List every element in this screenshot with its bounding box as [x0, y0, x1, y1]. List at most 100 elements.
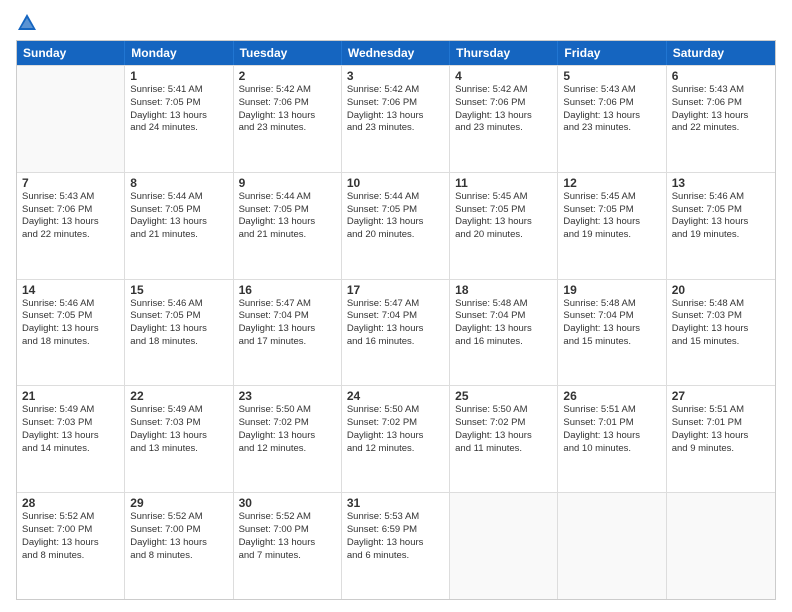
day-number: 9 — [239, 176, 336, 190]
header-cell-wednesday: Wednesday — [342, 41, 450, 65]
day-info: Sunrise: 5:47 AMSunset: 7:04 PMDaylight:… — [239, 298, 336, 349]
day-info: Sunrise: 5:46 AMSunset: 7:05 PMDaylight:… — [22, 298, 119, 349]
calendar-cell: 22Sunrise: 5:49 AMSunset: 7:03 PMDayligh… — [125, 386, 233, 492]
calendar-cell: 28Sunrise: 5:52 AMSunset: 7:00 PMDayligh… — [17, 493, 125, 599]
calendar-cell — [17, 66, 125, 172]
day-info: Sunrise: 5:44 AMSunset: 7:05 PMDaylight:… — [239, 191, 336, 242]
header — [16, 12, 776, 34]
calendar-cell: 27Sunrise: 5:51 AMSunset: 7:01 PMDayligh… — [667, 386, 775, 492]
day-number: 19 — [563, 283, 660, 297]
day-info: Sunrise: 5:48 AMSunset: 7:04 PMDaylight:… — [455, 298, 552, 349]
day-info: Sunrise: 5:48 AMSunset: 7:03 PMDaylight:… — [672, 298, 770, 349]
day-info: Sunrise: 5:48 AMSunset: 7:04 PMDaylight:… — [563, 298, 660, 349]
calendar-cell: 11Sunrise: 5:45 AMSunset: 7:05 PMDayligh… — [450, 173, 558, 279]
day-info: Sunrise: 5:43 AMSunset: 7:06 PMDaylight:… — [672, 84, 770, 135]
logo — [16, 12, 42, 34]
day-number: 28 — [22, 496, 119, 510]
calendar-row: 1Sunrise: 5:41 AMSunset: 7:05 PMDaylight… — [17, 65, 775, 172]
day-info: Sunrise: 5:49 AMSunset: 7:03 PMDaylight:… — [130, 404, 227, 455]
calendar-body: 1Sunrise: 5:41 AMSunset: 7:05 PMDaylight… — [17, 65, 775, 599]
day-number: 12 — [563, 176, 660, 190]
calendar-cell: 2Sunrise: 5:42 AMSunset: 7:06 PMDaylight… — [234, 66, 342, 172]
day-number: 25 — [455, 389, 552, 403]
day-info: Sunrise: 5:41 AMSunset: 7:05 PMDaylight:… — [130, 84, 227, 135]
day-info: Sunrise: 5:42 AMSunset: 7:06 PMDaylight:… — [455, 84, 552, 135]
day-number: 15 — [130, 283, 227, 297]
calendar-cell: 26Sunrise: 5:51 AMSunset: 7:01 PMDayligh… — [558, 386, 666, 492]
calendar-cell: 8Sunrise: 5:44 AMSunset: 7:05 PMDaylight… — [125, 173, 233, 279]
calendar-cell: 16Sunrise: 5:47 AMSunset: 7:04 PMDayligh… — [234, 280, 342, 386]
day-number: 10 — [347, 176, 444, 190]
calendar-cell: 30Sunrise: 5:52 AMSunset: 7:00 PMDayligh… — [234, 493, 342, 599]
calendar-cell: 12Sunrise: 5:45 AMSunset: 7:05 PMDayligh… — [558, 173, 666, 279]
calendar-cell: 4Sunrise: 5:42 AMSunset: 7:06 PMDaylight… — [450, 66, 558, 172]
day-number: 23 — [239, 389, 336, 403]
day-number: 26 — [563, 389, 660, 403]
day-number: 6 — [672, 69, 770, 83]
calendar-cell: 15Sunrise: 5:46 AMSunset: 7:05 PMDayligh… — [125, 280, 233, 386]
calendar-cell: 1Sunrise: 5:41 AMSunset: 7:05 PMDaylight… — [125, 66, 233, 172]
day-info: Sunrise: 5:47 AMSunset: 7:04 PMDaylight:… — [347, 298, 444, 349]
calendar-cell: 24Sunrise: 5:50 AMSunset: 7:02 PMDayligh… — [342, 386, 450, 492]
day-number: 1 — [130, 69, 227, 83]
calendar-header: SundayMondayTuesdayWednesdayThursdayFrid… — [17, 41, 775, 65]
calendar-cell — [558, 493, 666, 599]
day-number: 2 — [239, 69, 336, 83]
header-cell-tuesday: Tuesday — [234, 41, 342, 65]
calendar-cell: 18Sunrise: 5:48 AMSunset: 7:04 PMDayligh… — [450, 280, 558, 386]
calendar-cell: 13Sunrise: 5:46 AMSunset: 7:05 PMDayligh… — [667, 173, 775, 279]
day-number: 27 — [672, 389, 770, 403]
day-info: Sunrise: 5:49 AMSunset: 7:03 PMDaylight:… — [22, 404, 119, 455]
calendar-cell: 7Sunrise: 5:43 AMSunset: 7:06 PMDaylight… — [17, 173, 125, 279]
day-number: 8 — [130, 176, 227, 190]
day-number: 18 — [455, 283, 552, 297]
calendar: SundayMondayTuesdayWednesdayThursdayFrid… — [16, 40, 776, 600]
day-number: 31 — [347, 496, 444, 510]
day-info: Sunrise: 5:52 AMSunset: 7:00 PMDaylight:… — [239, 511, 336, 562]
calendar-cell: 3Sunrise: 5:42 AMSunset: 7:06 PMDaylight… — [342, 66, 450, 172]
day-number: 21 — [22, 389, 119, 403]
day-number: 22 — [130, 389, 227, 403]
day-number: 20 — [672, 283, 770, 297]
day-info: Sunrise: 5:44 AMSunset: 7:05 PMDaylight:… — [347, 191, 444, 242]
day-info: Sunrise: 5:53 AMSunset: 6:59 PMDaylight:… — [347, 511, 444, 562]
day-number: 13 — [672, 176, 770, 190]
day-info: Sunrise: 5:51 AMSunset: 7:01 PMDaylight:… — [672, 404, 770, 455]
day-number: 29 — [130, 496, 227, 510]
day-number: 17 — [347, 283, 444, 297]
calendar-cell: 21Sunrise: 5:49 AMSunset: 7:03 PMDayligh… — [17, 386, 125, 492]
day-info: Sunrise: 5:50 AMSunset: 7:02 PMDaylight:… — [239, 404, 336, 455]
day-number: 14 — [22, 283, 119, 297]
day-info: Sunrise: 5:51 AMSunset: 7:01 PMDaylight:… — [563, 404, 660, 455]
day-number: 24 — [347, 389, 444, 403]
calendar-cell: 6Sunrise: 5:43 AMSunset: 7:06 PMDaylight… — [667, 66, 775, 172]
calendar-cell — [667, 493, 775, 599]
day-info: Sunrise: 5:42 AMSunset: 7:06 PMDaylight:… — [347, 84, 444, 135]
logo-icon — [16, 12, 38, 34]
day-info: Sunrise: 5:52 AMSunset: 7:00 PMDaylight:… — [22, 511, 119, 562]
calendar-cell: 29Sunrise: 5:52 AMSunset: 7:00 PMDayligh… — [125, 493, 233, 599]
calendar-cell — [450, 493, 558, 599]
day-info: Sunrise: 5:43 AMSunset: 7:06 PMDaylight:… — [563, 84, 660, 135]
day-number: 4 — [455, 69, 552, 83]
header-cell-saturday: Saturday — [667, 41, 775, 65]
calendar-cell: 5Sunrise: 5:43 AMSunset: 7:06 PMDaylight… — [558, 66, 666, 172]
calendar-cell: 31Sunrise: 5:53 AMSunset: 6:59 PMDayligh… — [342, 493, 450, 599]
calendar-row: 14Sunrise: 5:46 AMSunset: 7:05 PMDayligh… — [17, 279, 775, 386]
day-number: 7 — [22, 176, 119, 190]
day-info: Sunrise: 5:44 AMSunset: 7:05 PMDaylight:… — [130, 191, 227, 242]
day-number: 11 — [455, 176, 552, 190]
header-cell-sunday: Sunday — [17, 41, 125, 65]
calendar-cell: 9Sunrise: 5:44 AMSunset: 7:05 PMDaylight… — [234, 173, 342, 279]
calendar-cell: 23Sunrise: 5:50 AMSunset: 7:02 PMDayligh… — [234, 386, 342, 492]
calendar-cell: 20Sunrise: 5:48 AMSunset: 7:03 PMDayligh… — [667, 280, 775, 386]
day-number: 30 — [239, 496, 336, 510]
day-number: 16 — [239, 283, 336, 297]
day-info: Sunrise: 5:45 AMSunset: 7:05 PMDaylight:… — [563, 191, 660, 242]
calendar-cell: 17Sunrise: 5:47 AMSunset: 7:04 PMDayligh… — [342, 280, 450, 386]
calendar-cell: 25Sunrise: 5:50 AMSunset: 7:02 PMDayligh… — [450, 386, 558, 492]
day-number: 3 — [347, 69, 444, 83]
calendar-row: 21Sunrise: 5:49 AMSunset: 7:03 PMDayligh… — [17, 385, 775, 492]
header-cell-thursday: Thursday — [450, 41, 558, 65]
day-info: Sunrise: 5:46 AMSunset: 7:05 PMDaylight:… — [672, 191, 770, 242]
